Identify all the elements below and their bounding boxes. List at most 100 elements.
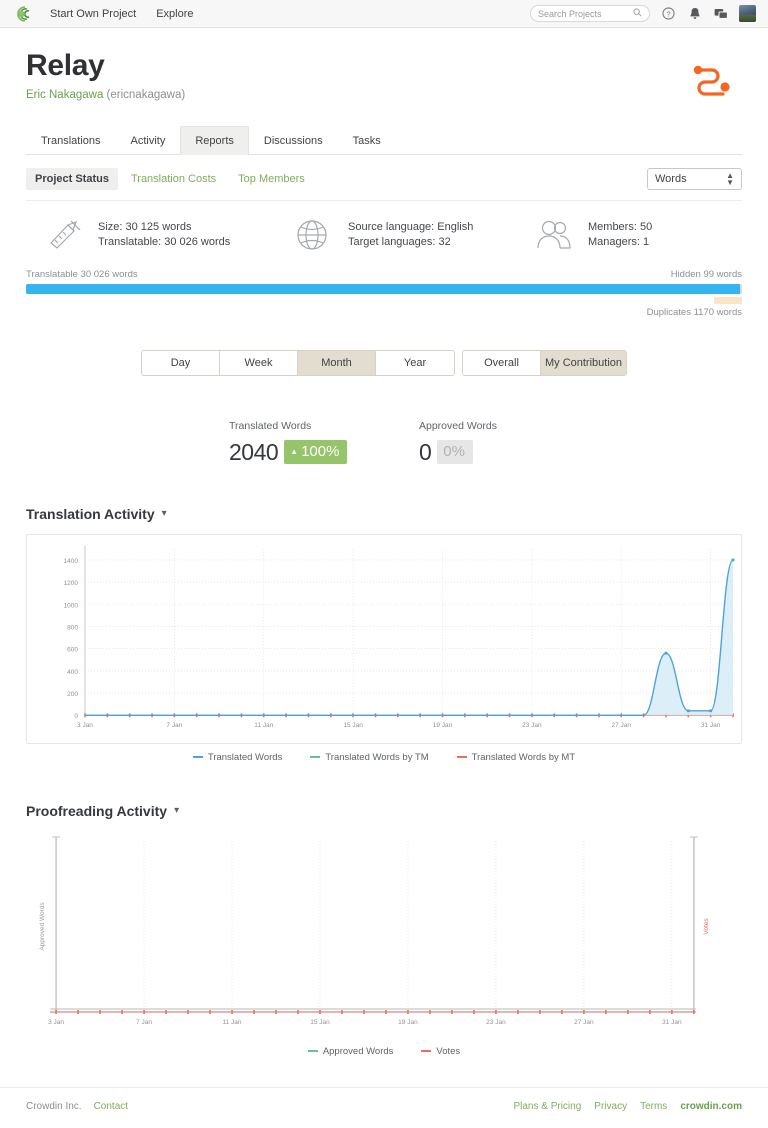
legend-item-approved-words[interactable]: Approved Words <box>307 1046 393 1057</box>
duplicates-bar-row <box>26 296 742 304</box>
legend-item-translated-words[interactable]: Translated Words <box>192 751 283 763</box>
svg-text:23 Jan: 23 Jan <box>522 722 542 729</box>
footer-copyright: Crowdin Inc. <box>26 1100 82 1112</box>
stat-languages-text: Source language: English Target language… <box>348 220 473 248</box>
status-badge-neutral-text: 0% <box>443 443 465 460</box>
topbar-right-cluster: Search Projects ? <box>530 5 756 22</box>
help-icon[interactable]: ? <box>661 6 676 21</box>
search-input[interactable]: Search Projects <box>538 9 602 19</box>
legend-label: Votes <box>436 1045 461 1057</box>
svg-text:Approved Words: Approved Words <box>39 901 46 950</box>
search-icon[interactable] <box>633 7 642 20</box>
legend-swatch-icon <box>421 1050 432 1052</box>
stat-languages-line2: Target languages: 32 <box>348 235 451 248</box>
tab-tasks[interactable]: Tasks <box>338 126 396 155</box>
globe-icon <box>294 217 334 253</box>
tab-activity[interactable]: Activity <box>116 126 181 155</box>
legend-item-translated-words-mt[interactable]: Translated Words by MT <box>456 751 576 763</box>
legend-swatch-icon <box>192 756 203 758</box>
progress-right-label: Hidden 99 words <box>670 268 742 280</box>
footer-privacy-link[interactable]: Privacy <box>594 1101 627 1112</box>
legend-item-votes[interactable]: Votes <box>421 1046 460 1057</box>
legend-item-translated-words-tm[interactable]: Translated Words by TM <box>310 751 429 763</box>
translation-activity-legend: Translated Words Translated Words by TM … <box>26 752 742 763</box>
page-body: Relay Eric Nakagawa (ericnakagawa) Trans… <box>0 28 768 1057</box>
stat-members-text: Members: 50 Managers: 1 <box>588 220 652 248</box>
period-button-week[interactable]: Week <box>220 350 298 375</box>
metric-translated-words-label: Translated Words <box>229 419 312 432</box>
project-identity: Relay Eric Nakagawa (ericnakagawa) <box>26 50 185 101</box>
page-footer: Crowdin Inc. Contact Plans & Pricing Pri… <box>0 1086 768 1128</box>
chevron-down-icon[interactable]: ▾ <box>162 508 167 519</box>
metric-translated-words: Translated Words 2040 ▲ 100% <box>229 420 419 466</box>
crowdin-logo-icon[interactable] <box>12 4 38 24</box>
unit-select-wrapper: Words ▲ ▼ <box>647 167 742 190</box>
report-subtabs: Project Status Translation Costs Top Mem… <box>26 167 314 190</box>
tab-translations[interactable]: Translations <box>26 126 116 155</box>
progress-labels: Translatable 30 026 words Hidden 99 word… <box>26 269 742 280</box>
period-button-year[interactable]: Year <box>376 350 454 375</box>
tab-reports[interactable]: Reports <box>180 125 249 155</box>
period-button-group: Day Week Month Year <box>141 349 455 376</box>
period-toggle-row: Day Week Month Year Overall My Contribut… <box>26 349 742 376</box>
svg-text:600: 600 <box>67 646 78 653</box>
project-stats: Size: 30 125 words Translatable: 30 026 … <box>26 201 742 263</box>
notifications-bell-icon[interactable] <box>687 6 702 21</box>
svg-text:1400: 1400 <box>64 557 79 564</box>
legend-swatch-icon <box>307 1050 318 1052</box>
stat-size-line1: Size: 30 125 words <box>98 221 192 234</box>
progress-section: Translatable 30 026 words Hidden 99 word… <box>26 269 742 318</box>
metrics-row: Translated Words 2040 ▲ 100% Approved Wo… <box>26 420 742 466</box>
progress-bar-hidden <box>739 283 742 294</box>
scope-button-my-contribution[interactable]: My Contribution <box>541 350 626 375</box>
period-button-day[interactable]: Day <box>142 350 220 375</box>
period-button-month[interactable]: Month <box>298 350 376 375</box>
translation-activity-plot: 0 200 400 600 800 1000 1200 1400 3 Jan 7 Jan 11 Ja… <box>64 545 735 729</box>
svg-text:200: 200 <box>67 691 78 698</box>
svg-text:15 Jan: 15 Jan <box>343 722 363 729</box>
unit-select-value: Words <box>655 172 687 185</box>
footer-plans-pricing-link[interactable]: Plans & Pricing <box>513 1101 581 1112</box>
legend-label: Translated Words by MT <box>471 751 576 763</box>
legend-label: Translated Words by TM <box>325 751 429 763</box>
translation-activity-chart[interactable]: 0 200 400 600 800 1000 1200 1400 3 Jan 7 Jan 11 Ja… <box>26 533 742 744</box>
translation-activity-title: Translation Activity <box>26 505 155 522</box>
nav-explore[interactable]: Explore <box>156 8 193 20</box>
chevron-down-icon[interactable]: ▾ <box>174 805 179 816</box>
stat-size-text: Size: 30 125 words Translatable: 30 026 … <box>98 220 230 248</box>
nav-start-own-project[interactable]: Start Own Project <box>50 8 136 20</box>
proofreading-activity-plot: 3 Jan 7 Jan 11 Jan 15 Jan 19 Jan 23 Jan 27 Jan… <box>39 836 710 1025</box>
project-owner-link[interactable]: Eric Nakagawa <box>26 89 103 101</box>
ruler-pencil-icon <box>44 217 84 253</box>
global-topbar: Start Own Project Explore Search Project… <box>0 0 768 28</box>
subtab-translation-costs[interactable]: Translation Costs <box>122 168 225 190</box>
unit-select[interactable]: Words ▲ ▼ <box>647 167 742 190</box>
subtab-project-status[interactable]: Project Status <box>26 167 118 190</box>
translation-activity-title-row[interactable]: Translation Activity ▾ <box>26 506 742 522</box>
svg-text:Votes: Votes <box>703 917 710 934</box>
metric-approved-words-label: Approved Words <box>419 419 498 432</box>
legend-label: Translated Words <box>207 751 283 763</box>
proofreading-activity-title-row[interactable]: Proofreading Activity ▾ <box>26 803 742 819</box>
footer-contact-link[interactable]: Contact <box>94 1101 128 1112</box>
stat-languages: Source language: English Target language… <box>294 217 534 253</box>
progress-bar <box>26 283 742 294</box>
messages-icon[interactable] <box>713 6 728 21</box>
proofreading-activity-chart[interactable]: 3 Jan 7 Jan 11 Jan 15 Jan 19 Jan 23 Jan 27 Jan… <box>26 830 742 1038</box>
footer-left: Crowdin Inc. Contact <box>26 1101 128 1112</box>
scope-button-overall[interactable]: Overall <box>463 350 541 375</box>
footer-brand-link[interactable]: crowdin.com <box>680 1101 742 1112</box>
metric-approved-words-value: 0 <box>419 438 432 465</box>
legend-swatch-icon <box>310 756 321 758</box>
legend-swatch-icon <box>456 756 467 758</box>
metric-approved-words: Approved Words 0 0% <box>419 420 609 466</box>
tab-discussions[interactable]: Discussions <box>249 126 338 155</box>
stat-members-line2: Managers: 1 <box>588 235 650 248</box>
footer-terms-link[interactable]: Terms <box>640 1101 667 1112</box>
chevron-updown-icon: ▲ ▼ <box>726 170 734 187</box>
search-projects-box[interactable]: Search Projects <box>530 5 650 22</box>
subtab-top-members[interactable]: Top Members <box>229 168 314 190</box>
status-badge-neutral: 0% <box>437 440 473 464</box>
top-navigation: Start Own Project Explore <box>50 8 194 20</box>
avatar[interactable] <box>739 5 756 22</box>
